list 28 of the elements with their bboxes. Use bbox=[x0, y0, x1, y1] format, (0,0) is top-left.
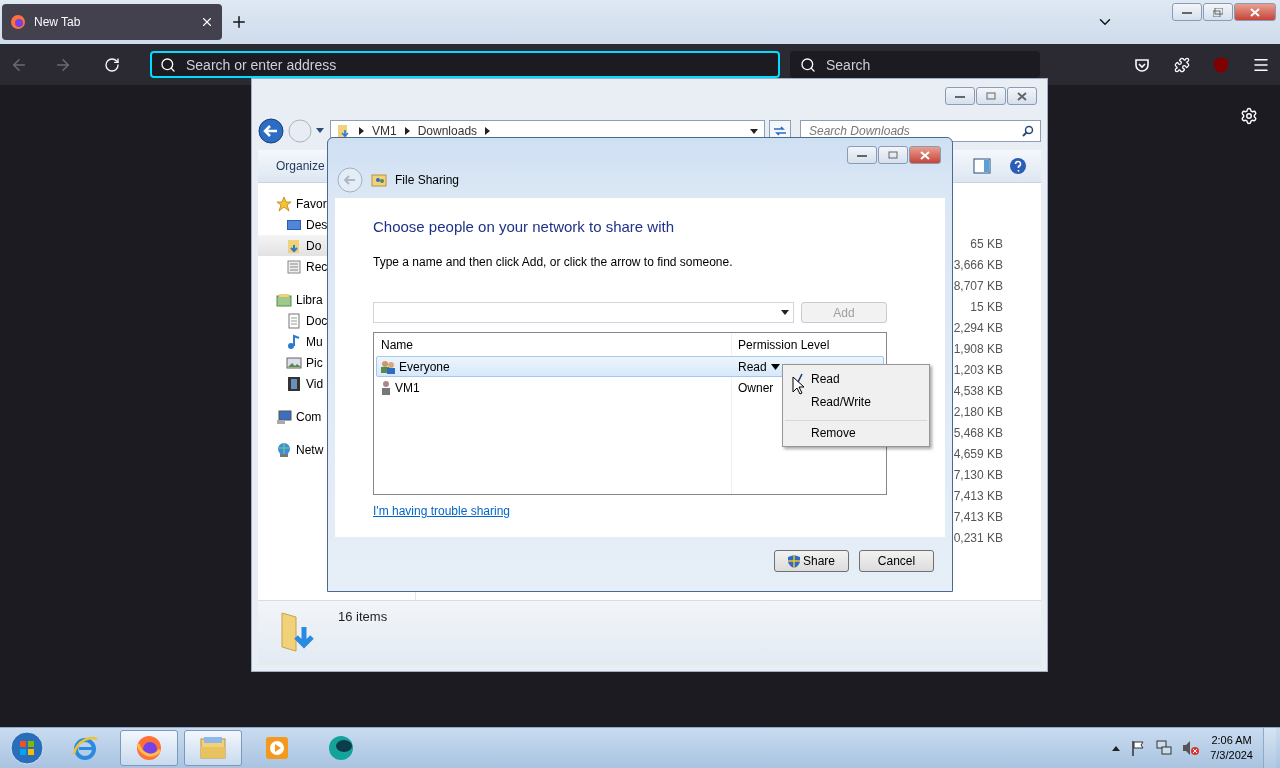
file-size-text: 8,707 KB bbox=[953, 278, 1003, 295]
instruction-text: Type a name and then click Add, or click the arrow to find someone. bbox=[373, 255, 734, 269]
file-size-text: 3,666 KB bbox=[953, 257, 1003, 274]
file-size-text: 1,203 KB bbox=[953, 362, 1003, 379]
menu-item-label: Read/Write bbox=[811, 395, 871, 409]
file-size-text: 65 KB bbox=[970, 236, 1003, 253]
tab-title: New Tab bbox=[34, 15, 82, 29]
date-text: 7/3/2024 bbox=[1210, 748, 1253, 763]
dialog-title: File Sharing bbox=[395, 173, 460, 187]
file-size-text: 2,294 KB bbox=[953, 320, 1003, 337]
permission-text: Owner bbox=[738, 380, 774, 395]
file-size-text: 5,468 KB bbox=[953, 425, 1003, 442]
file-size-text: 15 KB bbox=[970, 299, 1003, 316]
dialog-heading: Choose people on your network to share with bbox=[373, 218, 675, 235]
file-size-text: 7,413 KB bbox=[953, 509, 1003, 526]
user-name: VM1 bbox=[395, 380, 420, 395]
file-size-text: 7,413 KB bbox=[953, 488, 1003, 505]
user-name: Everyone bbox=[399, 359, 450, 374]
file-size-text: 0,231 KB bbox=[953, 530, 1003, 547]
time-text: 2:06 AM bbox=[1211, 733, 1252, 748]
item-count-text: 16 items bbox=[338, 609, 388, 624]
file-size-text: 4,659 KB bbox=[953, 446, 1003, 463]
file-size-text: 7,130 KB bbox=[953, 467, 1003, 484]
file-size-text: 4,538 KB bbox=[953, 383, 1003, 400]
permission-text: Read bbox=[738, 359, 767, 374]
file-size-text: 2,180 KB bbox=[953, 404, 1003, 421]
file-size-text: 1,908 KB bbox=[953, 341, 1003, 358]
menu-item-label: Remove bbox=[811, 426, 856, 440]
